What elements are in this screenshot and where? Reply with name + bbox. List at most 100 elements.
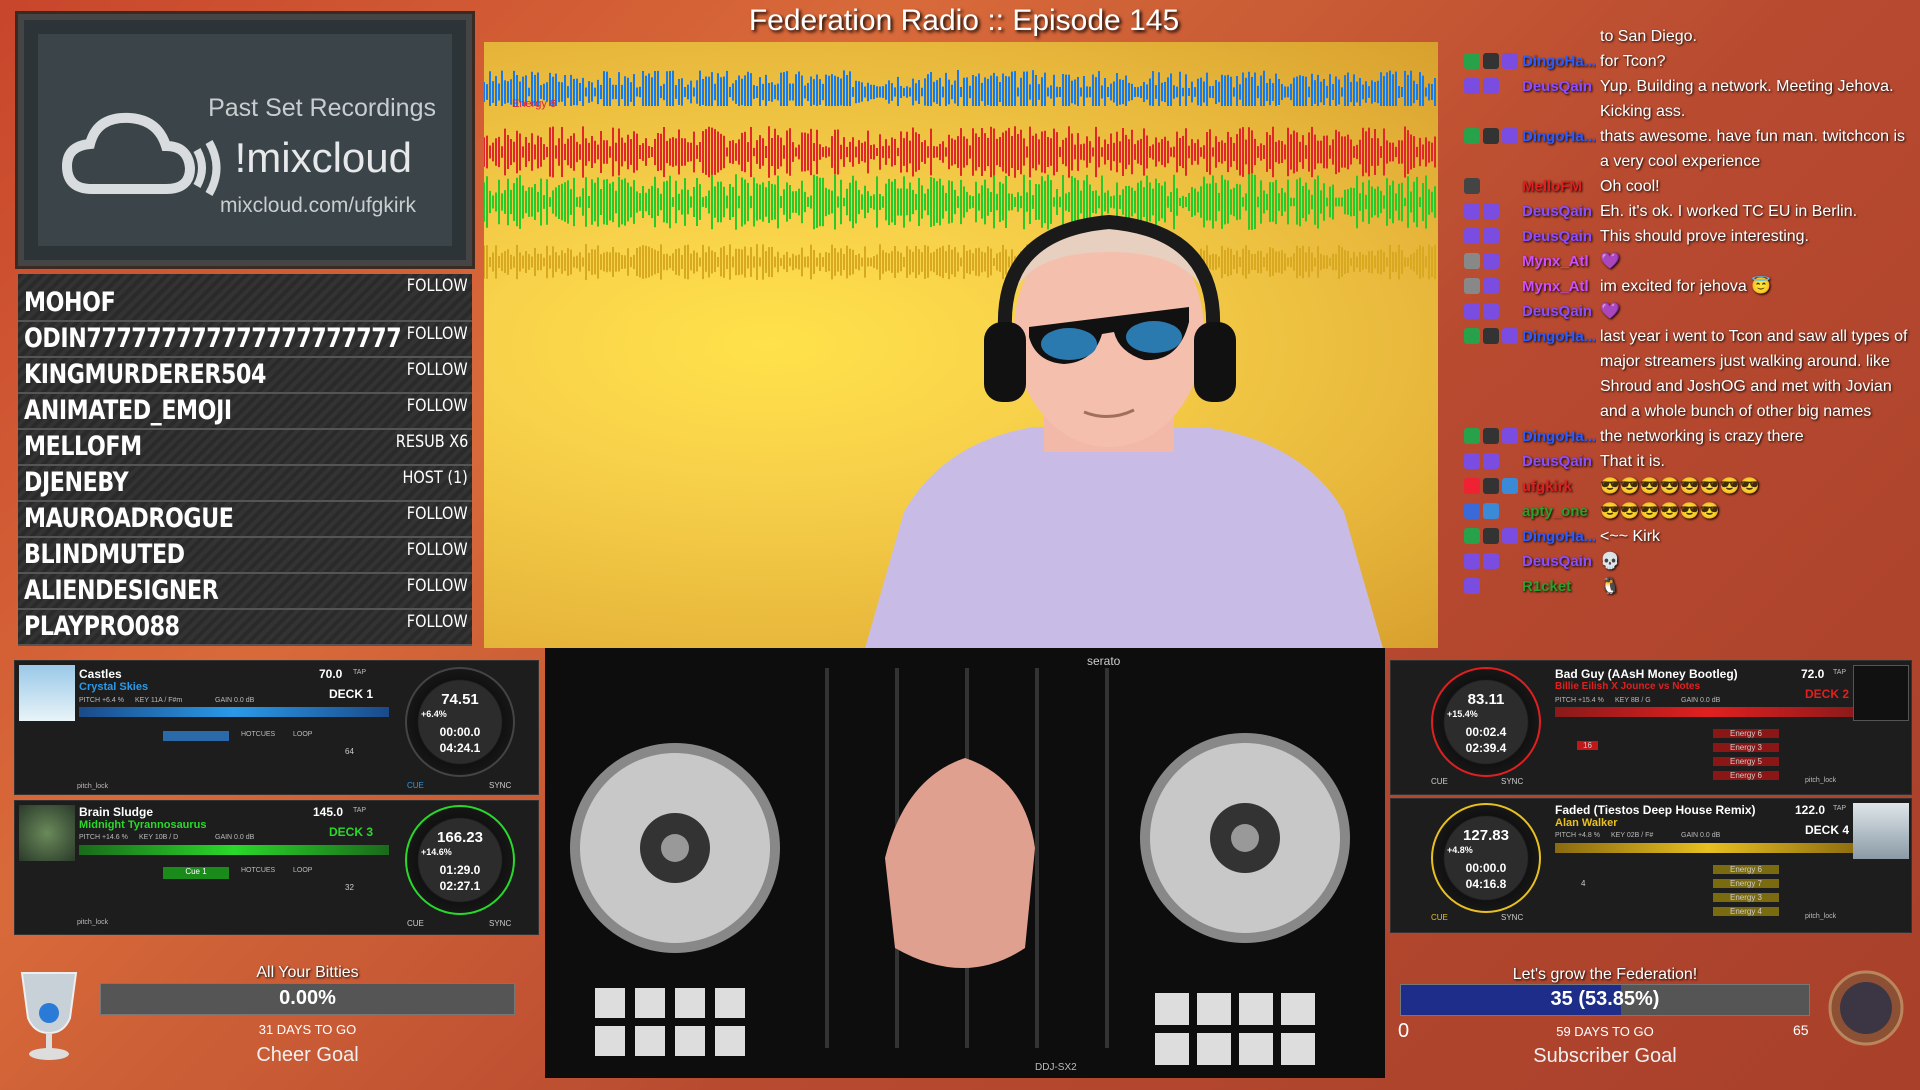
deck-2-energy-2[interactable]: Energy 3 — [1713, 743, 1779, 752]
deck-4-cue-button[interactable]: CUE — [1431, 913, 1448, 922]
sub-goal-title: Let's grow the Federation! — [1512, 966, 1698, 983]
chat-username[interactable]: DeusQain — [1522, 549, 1596, 574]
deck-4-energy-1[interactable]: Energy 6 — [1713, 865, 1779, 874]
deck-1-gain: GAIN 0.0 dB — [215, 697, 255, 704]
deck-3-tap[interactable]: TAP — [353, 807, 366, 814]
deck-3-sync-button[interactable]: SYNC — [489, 919, 511, 928]
deck-2-sync-button[interactable]: SYNC — [1501, 777, 1523, 786]
deck-2-dial-elapsed: 00:02.4 — [1465, 725, 1507, 739]
cheer-glass-icon — [20, 972, 78, 1060]
event-row: ALIENDESIGNER FOLLOW — [18, 574, 472, 610]
deck-4-dial-elapsed: 00:00.0 — [1465, 861, 1507, 875]
deck-1-waveform[interactable] — [79, 707, 389, 717]
chat-message: apty_one 😎😎😎😎😎😎 — [1460, 499, 1915, 524]
deck-4-jog-dial[interactable]: 127.83 +4.8% 00:00.0 04:16.8 — [1431, 803, 1541, 913]
waveform-blue — [484, 70, 1436, 106]
deck-4-tap[interactable]: TAP — [1833, 805, 1846, 812]
chat-username[interactable]: ufgkirk — [1522, 474, 1596, 499]
waveform-path — [484, 70, 1436, 106]
badge-icon — [1483, 528, 1499, 544]
deck-4-artwork — [1853, 803, 1909, 859]
chat-username[interactable]: Mynx_Atl — [1522, 274, 1596, 299]
chat-badges — [1464, 178, 1480, 194]
deck-3-pitch-text: PITCH +14.6 % — [79, 834, 128, 841]
deck-2-energy-4[interactable]: Energy 6 — [1713, 771, 1779, 780]
deck-3-loop-value[interactable]: 32 — [345, 883, 354, 892]
chat-message: DeusQain This should prove interesting. — [1460, 224, 1915, 249]
deck-1-hotcues-label: HOTCUES — [241, 731, 276, 738]
deck-4-energy-3[interactable]: Energy 3 — [1713, 893, 1779, 902]
deck-2-key: KEY 8B / G — [1615, 697, 1651, 704]
deck-4-dial-pct: +4.8% — [1447, 845, 1473, 855]
deck-2-cue-button[interactable]: CUE — [1431, 777, 1448, 786]
deck-3-dial-bpm: 166.23 — [437, 829, 483, 846]
chat-username[interactable]: apty_one — [1522, 499, 1596, 524]
chat-message: DingoHa... thats awesome. have fun man. t… — [1460, 124, 1915, 174]
deck-4-energy-2[interactable]: Energy 7 — [1713, 879, 1779, 888]
dj-person — [865, 214, 1383, 648]
chat-message: DingoHa... <~~ Kirk — [1460, 524, 1915, 549]
deck-2-energy-3[interactable]: Energy 5 — [1713, 757, 1779, 766]
badge-icon — [1483, 128, 1499, 144]
chat-message: DingoHa... the networking is crazy there — [1460, 424, 1915, 449]
deck-3-artist: Midnight Tyrannosaurus — [79, 819, 207, 831]
chat-username[interactable]: DingoHa... — [1522, 324, 1596, 349]
federation-emblem-icon — [1828, 970, 1904, 1046]
deck-3-artwork — [19, 805, 75, 861]
chat-username[interactable]: DingoHa... — [1522, 424, 1596, 449]
deck-3-cue-button[interactable]: CUE — [407, 919, 424, 928]
chat-username[interactable]: DeusQain — [1522, 449, 1596, 474]
deck-2-tap[interactable]: TAP — [1833, 669, 1846, 676]
deck-2-energy-1[interactable]: Energy 6 — [1713, 729, 1779, 738]
deck-1-jog-dial[interactable]: 74.51 +6.4% 00:00.0 04:24.1 — [405, 667, 515, 777]
controller-graphic — [545, 648, 1385, 1078]
chat-username[interactable]: DeusQain — [1522, 199, 1596, 224]
chat-text: 🐧 — [1600, 578, 1620, 595]
deck-4-energy-4[interactable]: Energy 4 — [1713, 907, 1779, 916]
deck-4-sync-button[interactable]: SYNC — [1501, 913, 1523, 922]
deck-1-artist: Crystal Skies — [79, 681, 149, 693]
deck-4-gain: GAIN 0.0 dB — [1681, 832, 1721, 839]
chat-text: thats awesome. have fun man. twitchcon i… — [1600, 128, 1906, 170]
deck-4-loop-value[interactable]: 4 — [1581, 879, 1585, 888]
deck-1-key: KEY 11A / F#m — [135, 697, 183, 704]
deck-3-waveform[interactable] — [79, 845, 389, 855]
deck-2-pitch-lock[interactable]: pitch_lock — [1805, 777, 1836, 784]
deck-1-cue-slot[interactable] — [163, 731, 229, 741]
chat-panel: to San Diego. DingoHa... for Tcon? DeusQain… — [1460, 24, 1915, 644]
chat-badges — [1464, 553, 1499, 569]
dj-controller: serato DDJ-SX2 — [545, 648, 1385, 1078]
event-username: ALIENDESIGNER — [24, 575, 219, 606]
deck-1-loop-value[interactable]: 64 — [345, 747, 354, 756]
deck-4-waveform[interactable] — [1555, 843, 1861, 853]
deck-2-jog-dial[interactable]: 83.11 +15.4% 00:02.4 02:39.4 — [1431, 667, 1541, 777]
deck-1-cue-button[interactable]: CUE — [407, 781, 424, 790]
chat-username[interactable]: DingoHa... — [1522, 124, 1596, 149]
deck-3-cue-slot[interactable]: Cue 1 — [163, 867, 229, 879]
chat-username[interactable]: MelloFM — [1522, 174, 1596, 199]
event-action: FOLLOW — [407, 276, 468, 296]
deck-2-loop-value[interactable]: 16 — [1577, 741, 1598, 750]
deck-4-pitch-lock[interactable]: pitch_lock — [1805, 913, 1836, 920]
badge-icon — [1464, 303, 1480, 319]
deck-2-waveform[interactable] — [1555, 707, 1861, 717]
deck-1-dial-bpm: 74.51 — [441, 691, 479, 708]
deck-3-pitch-lock[interactable]: pitch_lock — [77, 919, 108, 926]
event-username: BLINDMUTED — [24, 539, 185, 570]
deck-1-label: DECK 1 — [329, 687, 374, 701]
chat-username[interactable]: DingoHa... — [1522, 524, 1596, 549]
chat-username[interactable]: Mynx_Atl — [1522, 249, 1596, 274]
badge-icon — [1483, 253, 1499, 269]
chat-username[interactable]: R1cket — [1522, 574, 1596, 599]
deck-3-jog-dial[interactable]: 166.23 +14.6% 01:29.0 02:27.1 — [405, 805, 515, 915]
chat-username[interactable]: DeusQain — [1522, 74, 1596, 99]
chat-username[interactable]: DeusQain — [1522, 224, 1596, 249]
chat-badges — [1464, 478, 1518, 494]
event-row: PLAYPRO088 FOLLOW — [18, 610, 472, 646]
chat-username[interactable]: DingoHa... — [1522, 49, 1596, 74]
chat-username[interactable]: DeusQain — [1522, 299, 1596, 324]
deck-1-pitch-lock[interactable]: pitch_lock — [77, 783, 108, 790]
deck-1-sync-button[interactable]: SYNC — [489, 781, 511, 790]
deck-1-tap[interactable]: TAP — [353, 669, 366, 676]
event-username: MELLOFM — [24, 431, 142, 462]
